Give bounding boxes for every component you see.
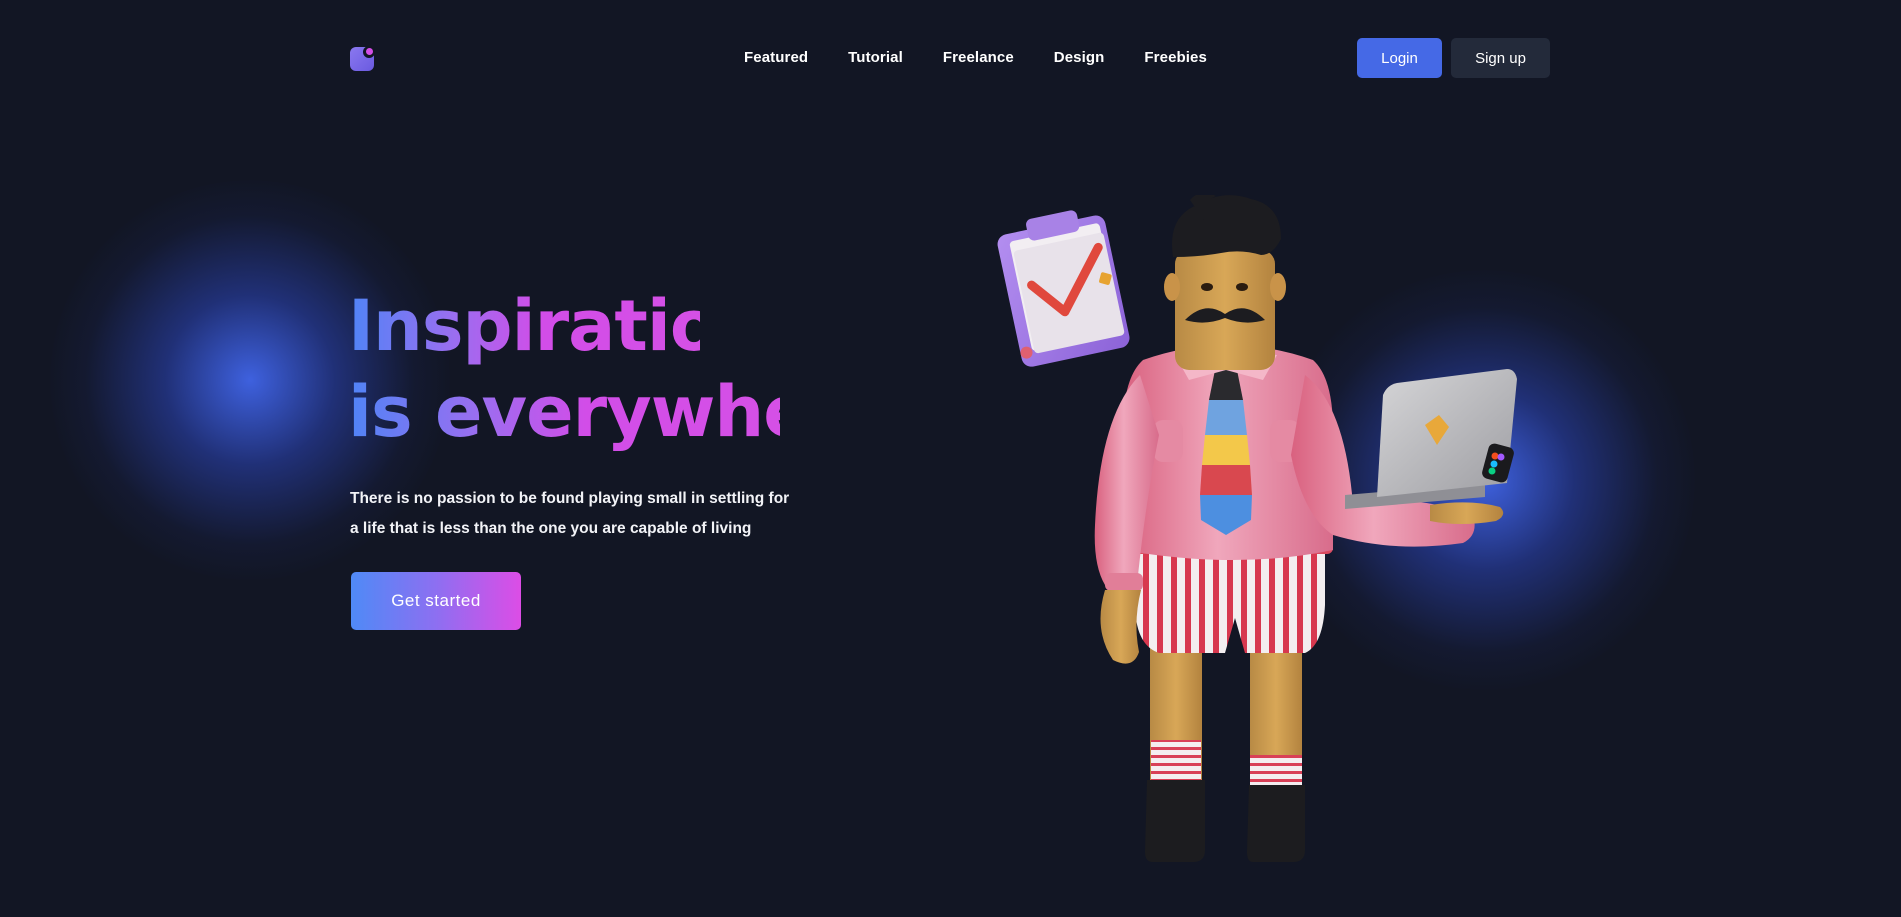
login-button[interactable]: Login [1357, 38, 1442, 78]
hero-subtitle-line2: a life that is less than the one you are… [350, 520, 752, 537]
hero-subtitle: There is no passion to be found playing … [350, 484, 790, 544]
clipboard-icon [997, 210, 1130, 367]
get-started-button[interactable]: Get started [351, 572, 521, 630]
main-nav: Featured Tutorial Freelance Design Freeb… [744, 49, 1247, 66]
nav-featured[interactable]: Featured [744, 49, 808, 66]
hero-title-line1: Inspiration [348, 285, 767, 367]
hero-title-line2: is everywhere [348, 371, 891, 453]
nav-freelance[interactable]: Freelance [943, 49, 1014, 66]
app-logo-icon[interactable] [350, 45, 376, 71]
hero-illustration [975, 192, 1565, 875]
hero-subtitle-line1: There is no passion to be found playing … [350, 490, 790, 507]
nav-design[interactable]: Design [1054, 49, 1105, 66]
nav-freebies[interactable]: Freebies [1144, 49, 1207, 66]
hero-title: Inspiration is everywhere [348, 283, 891, 455]
signup-button[interactable]: Sign up [1451, 38, 1550, 78]
laptop-icon [1345, 369, 1517, 509]
nav-tutorial[interactable]: Tutorial [848, 49, 903, 66]
